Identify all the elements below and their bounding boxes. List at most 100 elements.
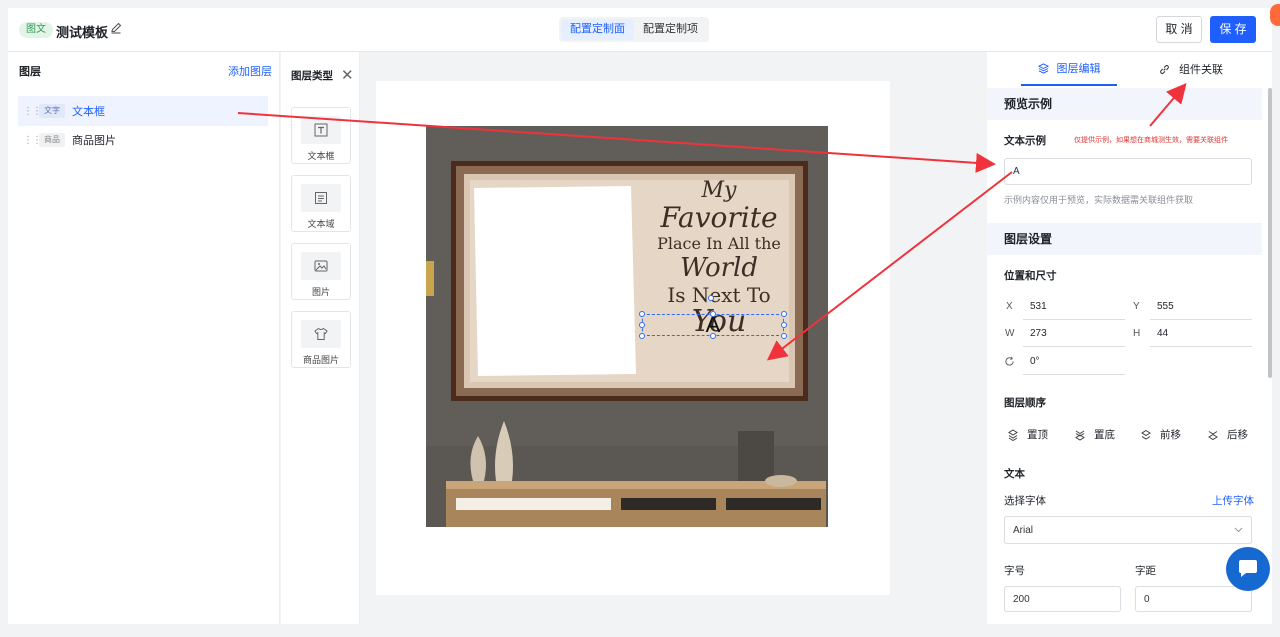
w-input[interactable]: 273 — [1030, 328, 1047, 339]
resize-handle[interactable] — [639, 311, 645, 317]
h-input[interactable]: 44 — [1157, 328, 1168, 339]
font-size-label: 字号 — [1004, 565, 1025, 577]
layer-type-label: 文本框 — [307, 151, 335, 161]
artwork-text-line: World — [680, 253, 758, 283]
order-label: 前移 — [1160, 429, 1181, 441]
close-icon[interactable]: ✕ — [341, 66, 354, 84]
artboard: My Favorite Place In All the World Is Ne… — [376, 81, 890, 595]
layer-item-textbox[interactable]: ⋮⋮ 文字 文本框 — [18, 96, 268, 126]
layer-type-textarea[interactable]: 文本域 — [291, 175, 351, 232]
resize-handle[interactable] — [781, 322, 787, 328]
template-title: 测试模板 — [56, 25, 109, 40]
rotate-handle[interactable] — [708, 295, 714, 301]
tab-component-link[interactable]: 组件关联 — [1159, 52, 1223, 86]
artwork-text-line: My — [701, 178, 737, 203]
image-icon — [301, 252, 341, 280]
rotation-input[interactable]: 0° — [1030, 356, 1040, 367]
upload-font-link[interactable]: 上传字体 — [1212, 493, 1254, 508]
font-size-input[interactable]: 200 — [1004, 586, 1121, 612]
drag-handle-icon[interactable]: ⋮⋮ — [23, 106, 42, 117]
move-forward-button[interactable]: 前移 — [1140, 427, 1181, 442]
chat-support-button[interactable] — [1226, 547, 1270, 591]
resize-handle[interactable] — [639, 333, 645, 339]
artwork-text-line: Place In All the — [657, 234, 781, 253]
send-to-bottom-icon — [1075, 430, 1085, 441]
text-box-icon — [301, 116, 341, 144]
rotate-icon — [1005, 356, 1014, 366]
send-to-bottom-button[interactable]: 置底 — [1074, 427, 1115, 442]
tab-configure-surface[interactable]: 配置定制面 — [561, 19, 634, 40]
top-bar: 图文 测试模板 配置定制面 配置定制项 取 消 保 存 — [8, 8, 1272, 52]
rotation-input-underline — [1023, 374, 1125, 375]
order-label: 置顶 — [1027, 429, 1048, 441]
mode-switch: 配置定制面 配置定制项 — [559, 17, 709, 42]
link-icon — [1160, 64, 1169, 74]
edit-pencil-icon[interactable] — [109, 21, 123, 35]
y-label: Y — [1133, 301, 1140, 312]
tshirt-icon — [301, 320, 341, 348]
canvas-area: My Favorite Place In All the World Is Ne… — [361, 52, 986, 624]
h-label: H — [1133, 328, 1141, 339]
resize-handle[interactable] — [781, 311, 787, 317]
font-select-value: Arial — [1013, 524, 1034, 536]
tab-layer-edit[interactable]: 图层编辑 — [1021, 52, 1117, 86]
tab-label: 图层编辑 — [1056, 63, 1101, 75]
letter-spacing-input[interactable]: 0 — [1135, 586, 1252, 612]
layers-panel: 图层 添加图层 ⋮⋮ 文字 文本框 ⋮⋮ 商品 商品图片 — [8, 52, 280, 624]
artwork-text-line: Favorite — [660, 201, 778, 234]
layers-icon — [1037, 62, 1049, 74]
text-area-icon — [301, 184, 341, 212]
y-input-underline — [1150, 319, 1252, 320]
preview-section-header: 预览示例 — [987, 88, 1262, 120]
order-label: 后移 — [1227, 429, 1248, 441]
move-backward-button[interactable]: 后移 — [1207, 427, 1248, 442]
add-layer-link[interactable]: 添加图层 — [228, 63, 272, 79]
font-select[interactable]: Arial — [1004, 516, 1252, 544]
artwork-text-line: Is Next To — [667, 283, 771, 307]
layer-type-label: 商品图片 — [302, 355, 339, 365]
letter-spacing-label: 字距 — [1135, 565, 1156, 577]
layer-type-textbox[interactable]: 文本框 — [291, 107, 351, 164]
text-example-input[interactable]: A — [1004, 158, 1252, 185]
tab-configure-items[interactable]: 配置定制项 — [634, 19, 707, 40]
move-backward-icon — [1208, 430, 1218, 440]
h-input-underline — [1150, 346, 1252, 347]
text-example-label: 文本示例 — [1004, 135, 1046, 147]
layer-type-label: 文本域 — [307, 219, 335, 229]
layer-type-tag: 商品 — [39, 133, 65, 147]
bring-to-top-icon — [1008, 428, 1018, 441]
layer-types-title: 图层类型 — [291, 70, 333, 82]
x-input-underline — [1023, 319, 1125, 320]
w-label: W — [1005, 328, 1015, 339]
drag-handle-icon[interactable]: ⋮⋮ — [23, 135, 42, 146]
resize-handle[interactable] — [710, 311, 716, 317]
template-type-badge: 图文 — [19, 22, 53, 38]
resize-handle[interactable] — [710, 333, 716, 339]
y-input[interactable]: 555 — [1157, 301, 1174, 312]
x-label: X — [1006, 301, 1013, 312]
layer-item-product-image[interactable]: ⋮⋮ 商品 商品图片 — [18, 125, 268, 155]
layer-settings-header: 图层设置 — [987, 223, 1262, 255]
layer-type-product-image[interactable]: 商品图片 — [291, 311, 351, 368]
panel-scrollbar[interactable] — [1268, 88, 1272, 378]
chat-bubble-icon — [1239, 560, 1257, 577]
user-avatar[interactable] — [1270, 4, 1280, 26]
save-button[interactable]: 保 存 — [1210, 16, 1256, 43]
font-select-label: 选择字体 — [1004, 495, 1046, 507]
bring-to-top-button[interactable]: 置顶 — [1007, 427, 1048, 442]
x-input[interactable]: 531 — [1030, 301, 1047, 312]
order-label: 置底 — [1094, 429, 1115, 441]
resize-handle[interactable] — [639, 322, 645, 328]
layer-type-image[interactable]: 图片 — [291, 243, 351, 300]
text-section-label: 文本 — [1004, 468, 1025, 480]
text-example-warning: 仅提供示例，如果想在商城测生效，需要关联组件 — [1074, 137, 1228, 144]
layer-type-label: 图片 — [311, 287, 330, 297]
resize-handle[interactable] — [781, 333, 787, 339]
position-size-label: 位置和尺寸 — [1004, 270, 1057, 282]
move-forward-icon — [1141, 429, 1151, 440]
cancel-button[interactable]: 取 消 — [1156, 16, 1202, 43]
w-input-underline — [1023, 346, 1125, 347]
layer-order-label: 图层顺序 — [1004, 397, 1046, 409]
layer-type-tag: 文字 — [39, 104, 65, 118]
text-example-note: 示例内容仅用于预览，实际数据需关联组件获取 — [1004, 195, 1194, 205]
